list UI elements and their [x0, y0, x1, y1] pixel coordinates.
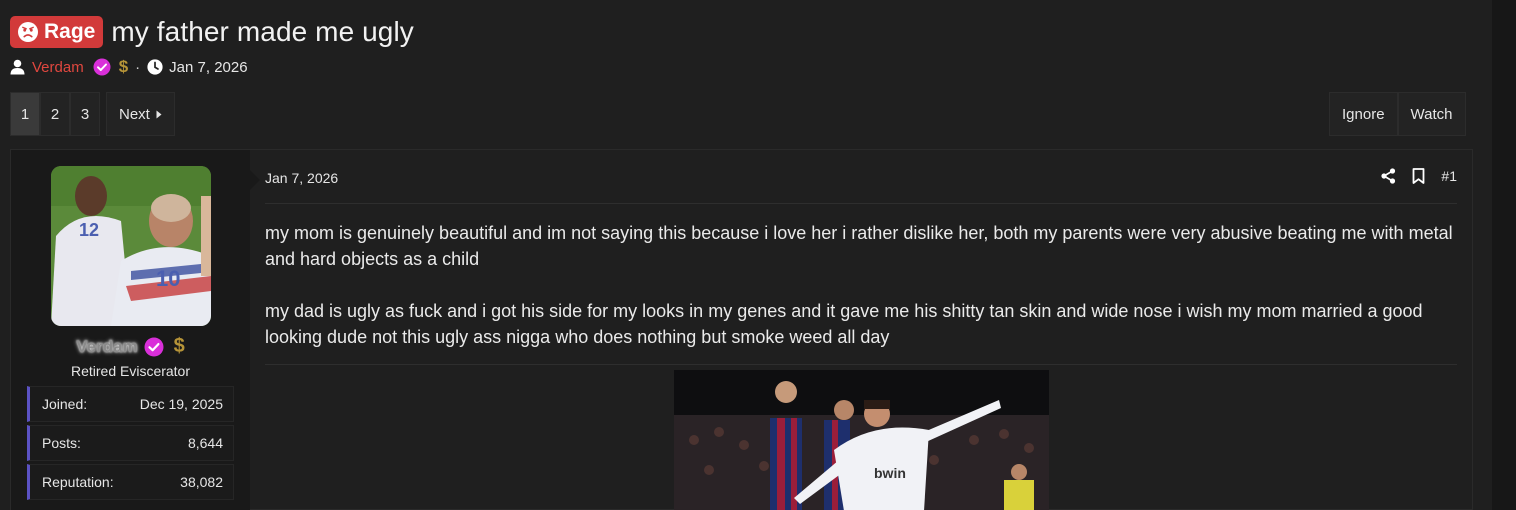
post-date[interactable]: Jan 7, 2026 — [265, 170, 338, 186]
thread-meta: Verdam $ · Jan 7, 2026 — [10, 57, 248, 77]
page-title: my father made me ugly — [111, 16, 414, 47]
page-3-button[interactable]: 3 — [70, 92, 100, 136]
svg-text:12: 12 — [79, 220, 99, 240]
stat-label: Posts: — [42, 435, 81, 451]
stat-value: Dec 19, 2025 — [139, 396, 223, 412]
thread-actions: Ignore Watch — [1329, 92, 1466, 136]
post-user-cell: 10 12 Verdam $ Retired Eviscerator Joine… — [11, 150, 260, 510]
dollar-badge: $ — [173, 335, 185, 357]
verified-icon — [93, 58, 111, 76]
watch-button[interactable]: Watch — [1397, 92, 1466, 136]
user-icon — [10, 59, 25, 75]
post-image-graphic: bwin — [674, 370, 1049, 510]
post-message-cell: Jan 7, 2026 #1 my mom is genuinely beaut… — [250, 150, 1472, 510]
stat-reputation: Reputation: 38,082 — [27, 464, 234, 500]
prefix-label: Rage — [44, 20, 96, 43]
stat-value: 8,644 — [187, 435, 223, 451]
meta-separator: · — [135, 58, 141, 76]
post-paragraph: my mom is genuinely beautiful and im not… — [265, 223, 1453, 269]
post-number[interactable]: #1 — [1441, 168, 1457, 184]
avatar[interactable]: 10 12 — [51, 166, 211, 326]
stat-label: Joined: — [42, 396, 88, 412]
post-paragraph: my dad is ugly as fuck and i got his sid… — [265, 301, 1423, 347]
user-title: Retired Eviscerator — [70, 363, 191, 379]
username-row: Verdam $ — [11, 335, 250, 358]
post-image[interactable]: bwin — [674, 370, 1049, 510]
bookmark-icon[interactable] — [1412, 168, 1425, 184]
thread-prefix-badge[interactable]: Rage — [10, 16, 104, 48]
post-header: Jan 7, 2026 #1 — [265, 168, 1457, 198]
caret-right-icon — [156, 110, 162, 118]
divider — [265, 364, 1457, 365]
scrollbar[interactable] — [1492, 0, 1516, 510]
clock-icon — [147, 59, 163, 75]
page-2-button[interactable]: 2 — [40, 92, 70, 136]
post-body: my mom is genuinely beautiful and im not… — [265, 220, 1457, 376]
svg-text:bwin: bwin — [874, 465, 906, 481]
ignore-button[interactable]: Ignore — [1329, 92, 1398, 136]
divider — [265, 203, 1457, 204]
page: Rage my father made me ugly Verdam $ · J… — [0, 0, 1492, 510]
share-icon[interactable] — [1381, 168, 1396, 184]
stat-posts: Posts: 8,644 — [27, 425, 234, 461]
verified-icon — [144, 337, 164, 356]
post: 10 12 Verdam $ Retired Eviscerator Joine… — [10, 149, 1473, 510]
thread-date[interactable]: Jan 7, 2026 — [169, 59, 247, 76]
page-1-button[interactable]: 1 — [10, 92, 40, 136]
dollar-badge: $ — [118, 57, 129, 76]
avatar-image: 10 12 — [51, 166, 211, 326]
stat-label: Reputation: — [42, 474, 114, 490]
angry-face-icon — [18, 22, 38, 42]
stat-value: 38,082 — [180, 474, 223, 490]
author-link[interactable]: Verdam — [32, 59, 84, 76]
post-username[interactable]: Verdam — [76, 337, 137, 357]
stat-joined: Joined: Dec 19, 2025 — [27, 386, 234, 422]
next-label: Next — [119, 105, 150, 123]
thread-title-row: Rage my father made me ugly — [10, 16, 414, 48]
pagination: 1 2 3 Next — [10, 92, 175, 136]
svg-text:10: 10 — [156, 266, 180, 291]
post-tools: #1 — [1381, 168, 1457, 184]
next-page-button[interactable]: Next — [106, 92, 175, 136]
